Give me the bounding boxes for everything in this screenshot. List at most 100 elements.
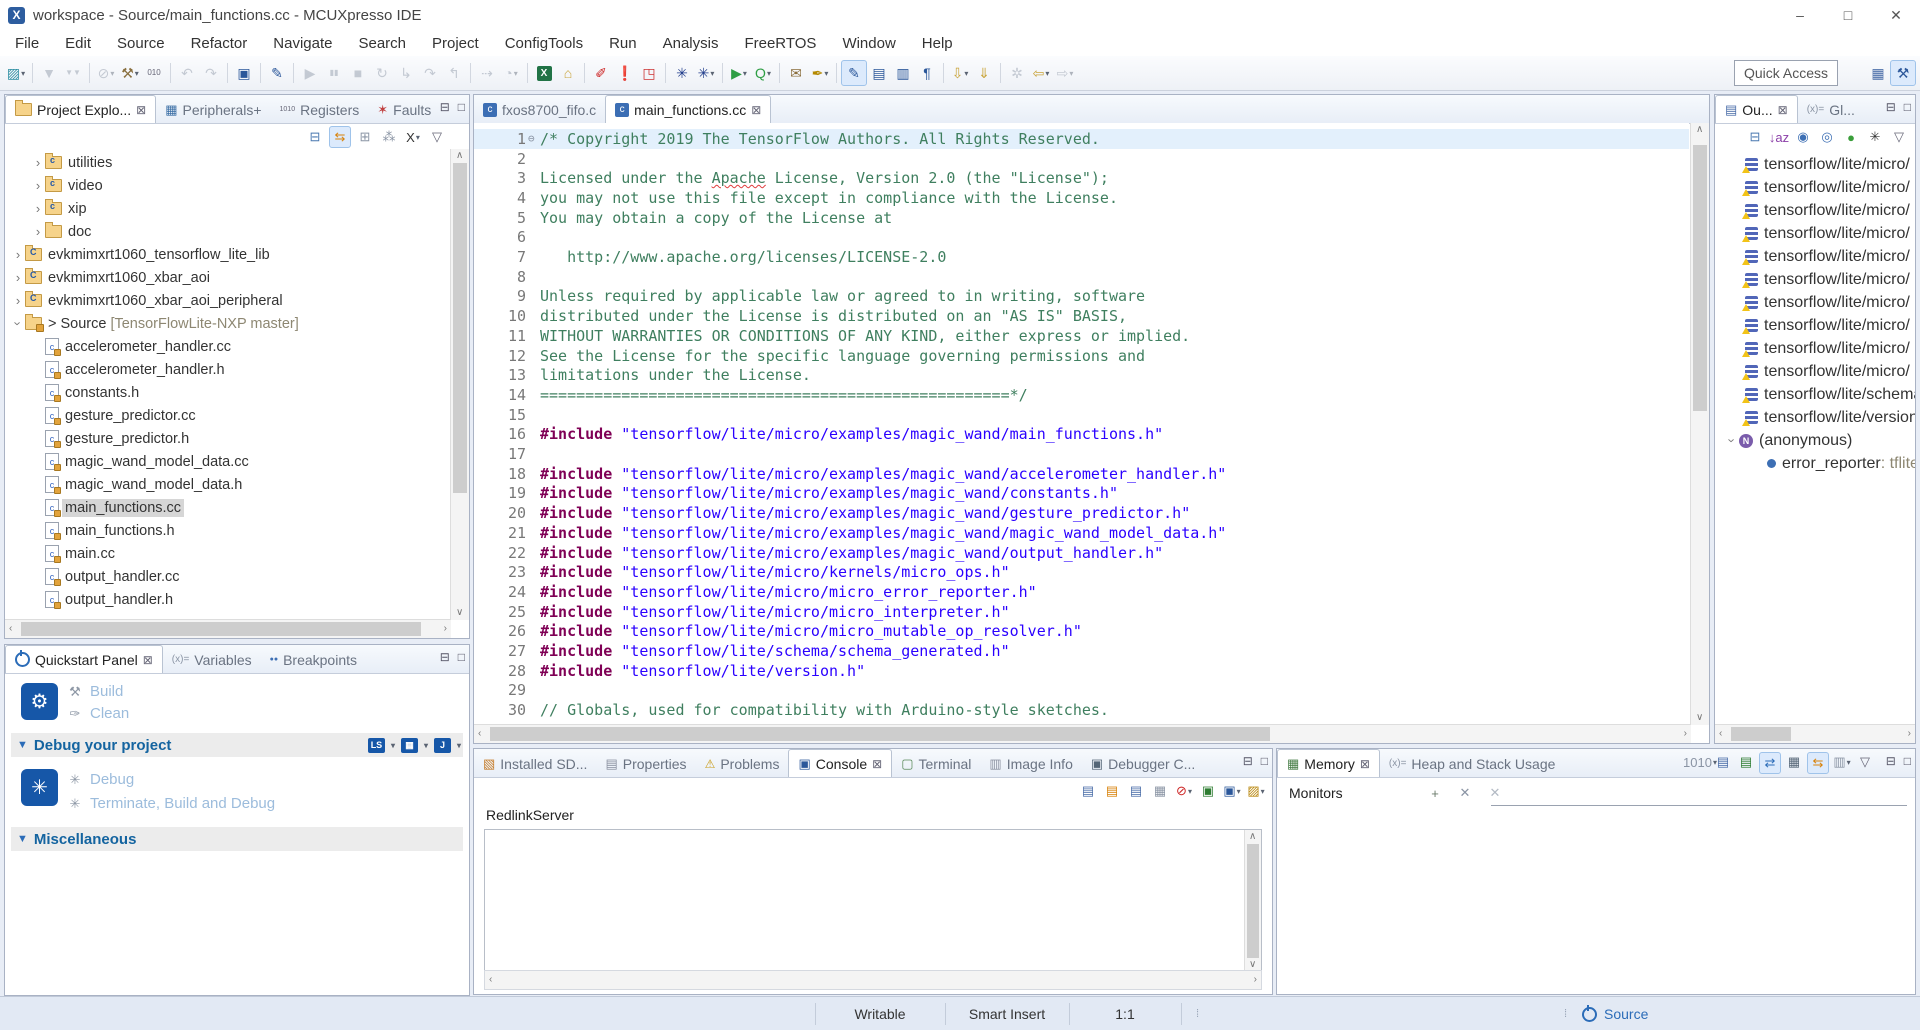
tree-item-accelerometer-handler-h[interactable]: caccelerometer_handler.h	[7, 358, 449, 381]
drag-handle[interactable]: ⁞	[1192, 997, 1204, 1030]
menu-analysis[interactable]: Analysis	[650, 30, 732, 56]
tree-item-evkmimxrt1060-xbar-aoi-peripheral[interactable]: ›Cevkmimxrt1060_xbar_aoi_peripheral	[7, 289, 449, 312]
display-console-icon[interactable]: ▣▾	[1222, 781, 1242, 801]
mark-occurrences-icon[interactable]: ✎	[841, 60, 867, 86]
skip-breakpoints-icon[interactable]: ⊘▾	[94, 61, 118, 85]
new-wizard-icon[interactable]: ▨▾	[4, 61, 28, 85]
close-tab-icon[interactable]: ⊠	[143, 653, 153, 667]
terminate-link-icon[interactable]: ⊘▾	[1174, 781, 1194, 801]
collapse-all-icon[interactable]: ⊟	[1745, 127, 1765, 147]
maximize-view-icon[interactable]: □	[1904, 100, 1911, 114]
console-vscrollbar[interactable]: ∧ ∨	[1244, 830, 1261, 972]
save-icon[interactable]: ▼	[37, 61, 61, 85]
miscellaneous-section-header[interactable]: ▼ Miscellaneous	[11, 827, 463, 851]
tree-item-accelerometer-handler-cc[interactable]: caccelerometer_handler.cc	[7, 335, 449, 358]
menu-navigate[interactable]: Navigate	[260, 30, 345, 56]
editor-vscrollbar[interactable]: ∧ ∨	[1690, 123, 1709, 725]
project-tree[interactable]: ›cutilities›cvideo›cxip›doc›Cevkmimxrt10…	[7, 151, 449, 611]
tree-item-main-functions-h[interactable]: cmain_functions.h	[7, 519, 449, 542]
step-into-icon[interactable]: ↳	[394, 61, 418, 85]
console-tab-image-info[interactable]: ▥Image Info	[980, 750, 1081, 777]
hide-nonpublic-icon[interactable]: ●	[1841, 127, 1861, 147]
bookmark-icon[interactable]: ⇓	[972, 61, 996, 85]
develop-perspective-icon[interactable]: ⚒	[1890, 60, 1916, 86]
open-console-icon[interactable]: ▣	[232, 61, 256, 85]
quick-access-button[interactable]: Quick Access	[1734, 60, 1838, 86]
outline-hscrollbar[interactable]: ‹ ›	[1715, 724, 1915, 743]
close-tab-icon[interactable]: ⊠	[751, 103, 761, 117]
console-tab-console[interactable]: ▣Console⊠	[788, 749, 892, 777]
home-icon[interactable]: ⌂	[556, 61, 580, 85]
menu-refactor[interactable]: Refactor	[178, 30, 261, 56]
expander-icon[interactable]: ›	[11, 293, 25, 308]
hide-inactive-icon[interactable]: ✳	[1865, 127, 1885, 147]
error-mark-icon[interactable]: ❗	[613, 61, 637, 85]
minimize-view-icon[interactable]: ⊟	[1886, 754, 1896, 768]
outline-item-tensorflow-lite-micro[interactable]: tensorflow/lite/micro/	[1715, 245, 1915, 268]
linkserver-badge[interactable]: LS	[368, 738, 385, 753]
qemu-icon[interactable]: Q▾	[751, 61, 775, 85]
hex-format-icon[interactable]: 1010▾	[1690, 752, 1710, 772]
package-icon[interactable]: ✉	[784, 61, 808, 85]
redlink-tool-icon[interactable]: ✐	[589, 61, 613, 85]
console-tab-terminal[interactable]: ▢Terminal	[892, 750, 980, 777]
pemicro-badge[interactable]: ▦	[401, 738, 418, 753]
outline-item-tensorflow-lite-version[interactable]: tensorflow/lite/version	[1715, 406, 1915, 429]
expander-icon[interactable]: ›	[1725, 434, 1740, 448]
maximize-view-icon[interactable]: □	[458, 100, 465, 114]
outline-item-tensorflow-lite-micro[interactable]: tensorflow/lite/micro/	[1715, 153, 1915, 176]
fold-marker-icon[interactable]: ⊖	[528, 132, 540, 145]
undo-icon[interactable]: ↶	[175, 61, 199, 85]
console-tab-properties[interactable]: ▤Properties	[596, 750, 695, 777]
link-with-editor-icon[interactable]: ⇆	[329, 126, 351, 148]
maximize-view-icon[interactable]: □	[458, 650, 465, 664]
refresh-icon[interactable]: ⁂	[379, 127, 399, 147]
maximize-view-icon[interactable]: □	[1261, 754, 1268, 768]
view-menu-icon[interactable]: ▽	[1889, 127, 1909, 147]
switch-rendering-icon[interactable]: ⇆	[1807, 752, 1829, 774]
tree-item-utilities[interactable]: ›cutilities	[7, 151, 449, 174]
menu-file[interactable]: File	[2, 30, 52, 56]
outline-item-tensorflow-lite-schema[interactable]: tensorflow/lite/schema	[1715, 383, 1915, 406]
step-over-icon[interactable]: ↷	[418, 61, 442, 85]
explorer-tab-registers[interactable]: 1010Registers	[271, 96, 369, 123]
outline-item-error-reporter[interactable]: error_reporter : tflite	[1715, 452, 1915, 475]
pause-icon[interactable]: ▮▮	[322, 61, 346, 85]
minimize-view-icon[interactable]: ⊟	[1886, 100, 1896, 114]
explorer-tab-faults[interactable]: ✶Faults	[368, 96, 440, 123]
debug-bug2-icon[interactable]: ✳▾	[694, 61, 718, 85]
new-memory-view-icon[interactable]: ▤	[1736, 752, 1756, 772]
maximize-button[interactable]: □	[1824, 0, 1872, 30]
outline-item-tensorflow-lite-micro[interactable]: tensorflow/lite/micro/	[1715, 360, 1915, 383]
tree-item-magic-wand-model-data-h[interactable]: cmagic_wand_model_data.h	[7, 473, 449, 496]
tree-item-doc[interactable]: ›doc	[7, 220, 449, 243]
split-pane-icon[interactable]: ▥▾	[1832, 752, 1852, 772]
filter-config-icon[interactable]: X▾	[403, 127, 423, 147]
tree-item-output-handler-h[interactable]: coutput_handler.h	[7, 588, 449, 611]
show-stdin-icon[interactable]: ▦	[1150, 781, 1170, 801]
pencil-icon[interactable]: ✎	[265, 61, 289, 85]
redo-icon[interactable]: ↷	[199, 61, 223, 85]
profile-icon[interactable]: ◔▾	[499, 61, 523, 85]
project-tree-hscrollbar[interactable]: ‹ ›	[5, 619, 451, 638]
back-icon[interactable]: ⇦▾	[1029, 61, 1053, 85]
outline-item-tensorflow-lite-micro[interactable]: tensorflow/lite/micro/	[1715, 268, 1915, 291]
tree-item-constants-h[interactable]: cconstants.h	[7, 381, 449, 404]
quickstart-tab-quickstart-panel[interactable]: Quickstart Panel⊠	[5, 645, 163, 673]
outline-item-tensorflow-lite-micro[interactable]: tensorflow/lite/micro/	[1715, 337, 1915, 360]
step-return-icon[interactable]: ↰	[442, 61, 466, 85]
quickstart-debug-link[interactable]: ✳ Debug	[67, 771, 134, 788]
remove-all-monitors-icon[interactable]: ✕	[1485, 783, 1505, 803]
memory-tab-memory[interactable]: ▦Memory⊠	[1277, 749, 1380, 777]
menu-run[interactable]: Run	[596, 30, 650, 56]
tree-item-xip[interactable]: ›cxip	[7, 197, 449, 220]
last-edit-icon[interactable]: ✲	[1005, 61, 1029, 85]
clear-console-icon[interactable]: ▤	[1078, 781, 1098, 801]
config-tools-icon[interactable]: X	[532, 61, 556, 85]
editor-tab-fxos8700-fifo-c[interactable]: cfxos8700_fifo.c	[474, 96, 605, 123]
scroll-lock-icon[interactable]: ▤	[1102, 781, 1122, 801]
menu-help[interactable]: Help	[909, 30, 966, 56]
outline-item-anonymous[interactable]: ›N(anonymous)	[1715, 429, 1915, 452]
tree-item-evkmimxrt1060-tensorflow-lite-lib[interactable]: ›Cevkmimxrt1060_tensorflow_lite_lib	[7, 243, 449, 266]
editor-tab-main-functions-cc[interactable]: cmain_functions.cc⊠	[605, 95, 771, 123]
